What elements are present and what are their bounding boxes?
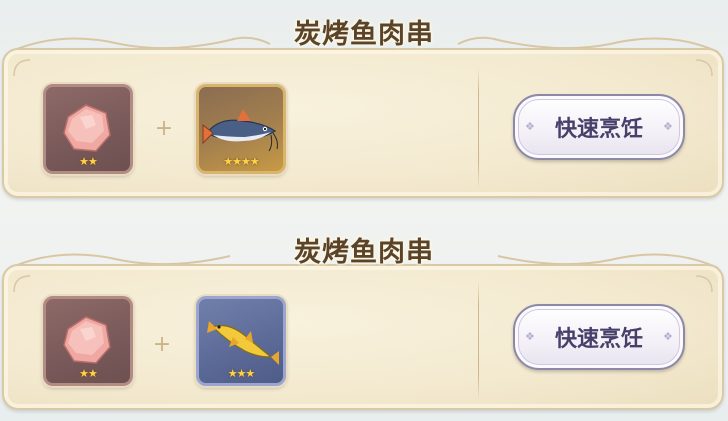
rarity-stars: ★★ xyxy=(79,367,98,380)
plus-sign: + xyxy=(154,116,174,141)
ornament-icon: ❖ xyxy=(525,120,535,133)
quick-cook-label: 快速烹饪 xyxy=(554,117,643,142)
recipe-title: 炭烤鱼肉串 xyxy=(294,19,434,50)
quick-cook-button[interactable]: ❖ 快速烹饪 ❖ xyxy=(513,94,685,160)
recipe-title: 炭烤鱼肉串 xyxy=(294,237,434,268)
plus-sign: + xyxy=(152,332,172,357)
corner-ornament xyxy=(13,275,31,293)
ingredient-slot-1[interactable]: ★★ xyxy=(43,296,133,386)
corner-ornament xyxy=(695,59,713,77)
ornament-icon: ❖ xyxy=(663,120,673,133)
recipe-card-1: 炭烤鱼肉串 ★★ + ★★★★ ❖ 快速烹饪 ❖ xyxy=(0,0,728,200)
ingredient-slot-1[interactable]: ★★ xyxy=(43,84,133,174)
ornament-icon: ❖ xyxy=(525,330,535,343)
rarity-stars: ★★★ xyxy=(227,367,256,380)
rarity-stars: ★★ xyxy=(79,155,98,168)
quick-cook-button[interactable]: ❖ 快速烹饪 ❖ xyxy=(513,304,685,370)
corner-ornament xyxy=(695,275,713,293)
ingredient-slot-2[interactable]: ★★★★ xyxy=(196,84,286,174)
recipe-card-2: 炭烤鱼肉串 ★★ + ★★★ ❖ 快速烹饪 ❖ xyxy=(0,212,728,412)
divider xyxy=(478,68,479,188)
ornament-icon: ❖ xyxy=(663,330,673,343)
corner-ornament xyxy=(13,59,31,77)
divider xyxy=(478,280,479,400)
quick-cook-label: 快速烹饪 xyxy=(554,327,643,352)
rarity-stars: ★★★★ xyxy=(223,155,259,168)
ingredient-slot-2[interactable]: ★★★ xyxy=(196,296,286,386)
